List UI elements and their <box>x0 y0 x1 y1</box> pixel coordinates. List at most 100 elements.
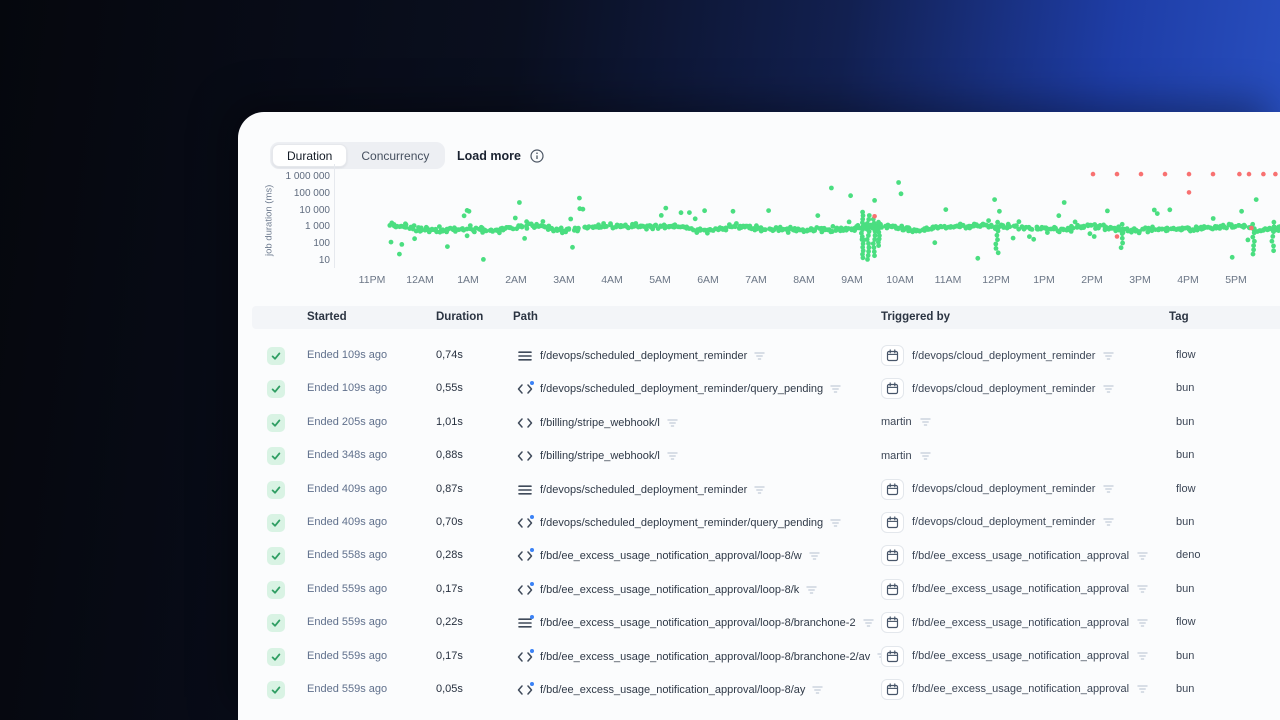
run-started: Ended 558s ago <box>307 549 388 562</box>
table-row[interactable]: Ended 559s ago 0,05s f/bd/ee_excess_usag… <box>252 673 1280 706</box>
table-body: Ended 109s ago 0,74s f/devops/scheduled_… <box>252 339 1280 706</box>
filter-by-path-icon[interactable] <box>806 585 817 595</box>
table-row[interactable]: Ended 559s ago 0,17s f/bd/ee_excess_usag… <box>252 640 1280 673</box>
filter-by-trigger-icon[interactable] <box>919 417 931 427</box>
filter-by-path-icon[interactable] <box>812 685 824 695</box>
notification-dot <box>530 681 534 686</box>
filter-by-path-icon[interactable] <box>667 418 678 428</box>
x-tick-label: 5PM <box>1225 274 1247 286</box>
filter-by-trigger-icon[interactable] <box>1103 351 1115 361</box>
x-tick-label: 8AM <box>793 274 815 286</box>
filter-by-trigger-icon[interactable] <box>1103 517 1115 527</box>
column-header-duration: Duration <box>436 311 484 323</box>
path-kind-icon <box>516 449 533 463</box>
filter-by-path-icon[interactable] <box>754 485 765 495</box>
filter-by-trigger-icon[interactable] <box>1103 484 1115 494</box>
notification-dot <box>530 648 534 653</box>
success-check-icon <box>267 580 285 599</box>
run-path: f/billing/stripe_webhook/l <box>540 450 660 463</box>
run-started: Ended 109s ago <box>307 349 388 361</box>
y-tick-label: 10 000 <box>299 204 330 216</box>
success-check-icon <box>267 447 285 466</box>
run-duration: 0,55s <box>436 382 463 395</box>
table-row[interactable]: Ended 109s ago 0,55s f/devops/scheduled_… <box>252 372 1280 405</box>
success-check-icon <box>267 380 285 399</box>
load-more-button[interactable]: Load more <box>457 149 521 163</box>
success-check-icon <box>267 480 285 499</box>
run-triggered-by: f/devops/cloud_deployment_reminder <box>912 516 1096 529</box>
y-tick-label: 1 000 000 <box>285 171 331 182</box>
run-triggered-by: f/bd/ee_excess_usage_notification_approv… <box>912 650 1130 663</box>
filter-by-trigger-icon[interactable] <box>919 451 931 461</box>
calendar-icon <box>881 378 904 400</box>
run-tag: bun <box>1176 682 1195 695</box>
x-tick-label: 1PM <box>1033 274 1055 286</box>
calendar-icon <box>881 578 904 600</box>
table-row[interactable]: Ended 109s ago 0,74s f/devops/scheduled_… <box>252 339 1280 372</box>
filter-by-trigger-icon[interactable] <box>1137 551 1148 561</box>
filter-by-path-icon[interactable] <box>667 451 678 461</box>
info-icon[interactable] <box>530 149 544 163</box>
table-row[interactable]: Ended 348s ago 0,88s f/billing/stripe_we… <box>252 439 1280 472</box>
x-tick-label: 10AM <box>886 274 914 286</box>
filter-by-trigger-icon[interactable] <box>1137 618 1148 628</box>
run-triggered-by: f/devops/cloud_deployment_reminder <box>912 483 1096 496</box>
filter-by-path-icon[interactable] <box>830 384 841 394</box>
filter-by-trigger-icon[interactable] <box>1103 384 1115 394</box>
run-path: f/billing/stripe_webhook/l <box>540 416 660 429</box>
run-tag: deno <box>1176 549 1201 562</box>
x-tick-label: 6AM <box>697 274 719 286</box>
table-row[interactable]: Ended 559s ago 0,17s f/bd/ee_excess_usag… <box>252 573 1280 606</box>
x-tick-label: 4AM <box>601 274 623 286</box>
column-header-path: Path <box>513 311 538 323</box>
calendar-icon <box>881 612 904 634</box>
x-tick-label: 1AM <box>457 274 479 286</box>
path-kind-icon <box>516 581 534 597</box>
calendar-icon <box>881 645 904 667</box>
run-duration: 0,88s <box>436 449 463 462</box>
filter-by-trigger-icon[interactable] <box>1137 684 1148 694</box>
path-kind-icon <box>516 514 534 530</box>
path-kind-icon <box>516 681 534 697</box>
x-tick-label: 4PM <box>1177 274 1199 286</box>
path-kind-icon <box>516 483 533 497</box>
table-row[interactable]: Ended 559s ago 0,22s f/bd/ee_excess_usag… <box>252 606 1280 639</box>
run-tag: flow <box>1176 349 1196 361</box>
table-row[interactable]: Ended 205s ago 1,01s f/billing/stripe_we… <box>252 406 1280 439</box>
run-triggered-by: martin <box>881 449 912 462</box>
filter-by-path-icon[interactable] <box>830 518 841 528</box>
run-path: f/bd/ee_excess_usage_notification_approv… <box>540 550 802 563</box>
run-path: f/devops/scheduled_deployment_reminder/q… <box>540 516 824 529</box>
x-tick-label: 11AM <box>934 274 962 286</box>
success-check-icon <box>267 647 285 666</box>
run-triggered-by: martin <box>881 416 912 429</box>
table-row[interactable]: Ended 558s ago 0,28s f/bd/ee_excess_usag… <box>252 539 1280 572</box>
run-started: Ended 205s ago <box>307 415 388 428</box>
column-header-tag: Tag <box>1169 311 1189 323</box>
run-triggered-by: f/devops/cloud_deployment_reminder <box>912 349 1096 362</box>
run-started: Ended 559s ago <box>307 582 388 595</box>
run-started: Ended 559s ago <box>307 649 388 662</box>
run-duration: 0,05s <box>436 682 463 695</box>
run-path: f/devops/scheduled_deployment_reminder <box>540 483 748 496</box>
run-triggered-by: f/bd/ee_excess_usage_notification_approv… <box>912 549 1130 562</box>
calendar-icon <box>881 511 904 533</box>
path-kind-icon <box>516 548 534 563</box>
filter-by-path-icon[interactable] <box>809 551 820 561</box>
table-row[interactable]: Ended 409s ago 0,70s f/devops/scheduled_… <box>252 506 1280 539</box>
filter-by-path-icon[interactable] <box>754 351 765 361</box>
x-tick-label: 2AM <box>505 274 527 286</box>
calendar-icon <box>881 345 904 366</box>
x-tick-label: 12PM <box>982 274 1010 286</box>
filter-by-trigger-icon[interactable] <box>1137 651 1148 661</box>
run-triggered-by: f/bd/ee_excess_usage_notification_approv… <box>912 683 1130 696</box>
x-tick-label: 3AM <box>553 274 575 286</box>
run-tag: bun <box>1176 382 1195 395</box>
y-tick-label: 100 000 <box>293 187 330 199</box>
table-row[interactable]: Ended 409s ago 0,87s f/devops/scheduled_… <box>252 473 1280 506</box>
filter-by-trigger-icon[interactable] <box>1137 584 1148 594</box>
run-tag: bun <box>1176 449 1195 462</box>
notification-dot <box>530 381 534 386</box>
filter-by-path-icon[interactable] <box>862 618 874 628</box>
run-duration: 0,17s <box>436 582 463 595</box>
